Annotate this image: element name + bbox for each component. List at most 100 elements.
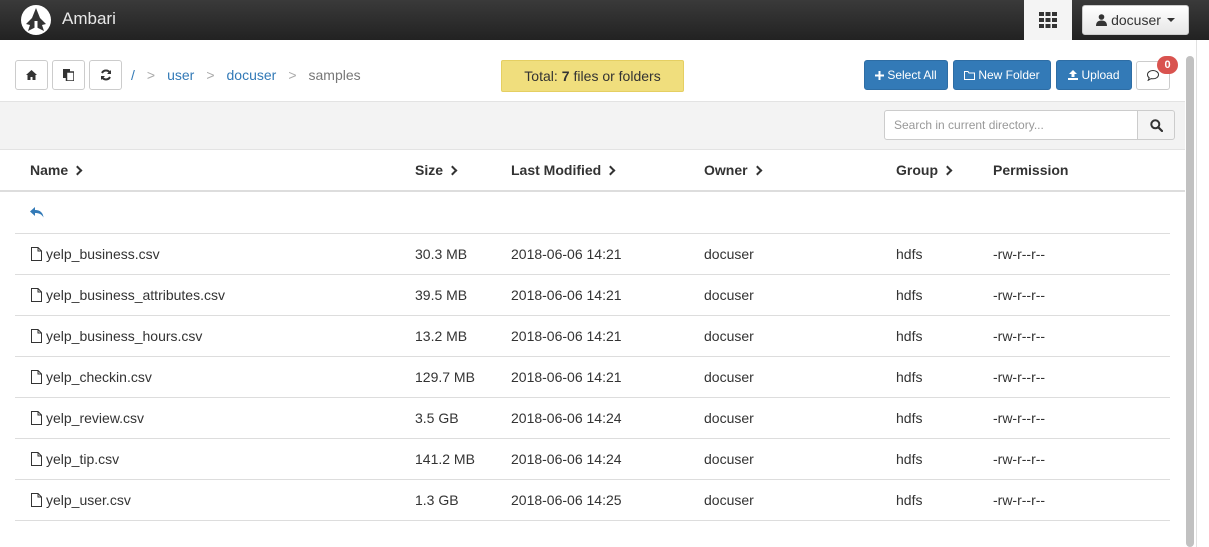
file-icon	[31, 493, 42, 507]
file-permission: -rw-r--r--	[993, 246, 1046, 262]
file-owner: docuser	[704, 246, 754, 262]
file-modified: 2018-06-06 14:21	[511, 369, 622, 385]
file-group: hdfs	[896, 328, 923, 344]
file-name-link[interactable]: yelp_business_attributes.csv	[46, 287, 225, 303]
breadcrumb-item-docuser[interactable]: docuser	[227, 67, 277, 83]
plus-icon	[875, 70, 885, 80]
column-header-last-modified[interactable]: Last Modified	[511, 162, 616, 178]
total-suffix: files or folders	[573, 68, 661, 84]
file-modified: 2018-06-06 14:25	[511, 492, 622, 508]
chevron-right-icon	[605, 165, 616, 175]
file-size: 141.2 MB	[415, 451, 475, 467]
breadcrumb-root[interactable]: /	[131, 67, 135, 83]
file-permission: -rw-r--r--	[993, 328, 1046, 344]
chevron-right-icon	[752, 165, 763, 175]
apps-menu-button[interactable]	[1024, 0, 1072, 40]
breadcrumb-separator: >	[206, 67, 215, 83]
file-permission: -rw-r--r--	[993, 492, 1046, 508]
file-modified: 2018-06-06 14:21	[511, 246, 622, 262]
file-name-link[interactable]: yelp_user.csv	[46, 492, 131, 508]
column-header-name[interactable]: Name	[30, 162, 83, 178]
file-group: hdfs	[896, 492, 923, 508]
table-row[interactable]: yelp_business_hours.csv 13.2 MB 2018-06-06…	[15, 316, 1170, 357]
table-row[interactable]: yelp_user.csv 1.3 GB 2018-06-06 14:25 docus…	[15, 480, 1170, 521]
file-name-link[interactable]: yelp_tip.csv	[46, 451, 119, 467]
file-size: 39.5 MB	[415, 287, 468, 303]
breadcrumb-separator: >	[288, 67, 297, 83]
chevron-right-icon	[447, 165, 458, 175]
select-all-button[interactable]: Select All	[864, 60, 948, 90]
file-permission: -rw-r--r--	[993, 451, 1046, 467]
notification-count-badge: 0	[1157, 56, 1178, 74]
search-button[interactable]	[1137, 110, 1175, 140]
file-group: hdfs	[896, 287, 923, 303]
column-header-label: Size	[415, 162, 444, 178]
table-row[interactable]: yelp_business.csv 30.3 MB 2018-06-06 14:21…	[15, 234, 1170, 275]
file-group: hdfs	[896, 246, 923, 262]
file-modified: 2018-06-06 14:21	[511, 328, 622, 344]
file-owner: docuser	[704, 410, 754, 426]
file-owner: docuser	[704, 492, 754, 508]
table-row[interactable]: yelp_tip.csv 141.2 MB 2018-06-06 14:24 docu…	[15, 439, 1170, 480]
app-title[interactable]: Ambari	[62, 9, 116, 29]
file-group: hdfs	[896, 410, 923, 426]
file-owner: docuser	[704, 287, 754, 303]
column-header-group[interactable]: Group	[896, 162, 953, 178]
breadcrumb-item-user[interactable]: user	[167, 67, 194, 83]
search-input[interactable]	[884, 110, 1138, 140]
file-modified: 2018-06-06 14:24	[511, 410, 622, 426]
table-row[interactable]: yelp_business_attributes.csv 39.5 MB 2018-…	[15, 275, 1170, 316]
page-scrollbar-thumb[interactable]	[1186, 56, 1194, 547]
ambari-logo-icon[interactable]	[20, 4, 52, 36]
table-header: Name Size Last Modified Owner Group Perm…	[0, 150, 1185, 192]
chevron-right-icon	[72, 165, 83, 175]
new-folder-label: New Folder	[978, 68, 1040, 82]
file-name-link[interactable]: yelp_business.csv	[46, 246, 160, 262]
breadcrumb-current: samples	[308, 67, 361, 83]
breadcrumb-separator: >	[146, 67, 156, 83]
file-size: 30.3 MB	[415, 246, 468, 262]
upload-icon	[1068, 70, 1079, 80]
column-header-label: Group	[896, 162, 938, 178]
breadcrumb: / > user > docuser > samples	[131, 67, 361, 83]
grid-icon	[1039, 12, 1057, 28]
chevron-right-icon	[942, 165, 953, 175]
refresh-button[interactable]	[89, 60, 122, 90]
file-size: 3.5 GB	[415, 410, 459, 426]
parent-directory-row[interactable]	[15, 193, 1170, 234]
file-name-link[interactable]: yelp_business_hours.csv	[46, 328, 202, 344]
table-row[interactable]: yelp_checkin.csv 129.7 MB 2018-06-06 14:21…	[15, 357, 1170, 398]
file-modified: 2018-06-06 14:24	[511, 451, 622, 467]
file-icon	[31, 247, 42, 261]
file-owner: docuser	[704, 369, 754, 385]
chevron-down-icon	[1166, 18, 1175, 22]
table-row[interactable]: yelp_review.csv 3.5 GB 2018-06-06 14:24 doc…	[15, 398, 1170, 439]
column-header-owner[interactable]: Owner	[704, 162, 763, 178]
file-permission: -rw-r--r--	[993, 287, 1046, 303]
reply-arrow-icon[interactable]	[30, 207, 44, 218]
file-name-link[interactable]: yelp_checkin.csv	[46, 369, 152, 385]
refresh-icon	[100, 69, 111, 81]
file-name-link[interactable]: yelp_review.csv	[46, 410, 144, 426]
upload-button[interactable]: Upload	[1056, 60, 1132, 90]
folder-icon	[964, 70, 976, 80]
file-icon	[31, 288, 42, 302]
column-header-permission[interactable]: Permission	[993, 162, 1068, 178]
user-menu-button[interactable]: docuser	[1082, 5, 1189, 35]
home-button[interactable]	[15, 60, 48, 90]
file-icon	[31, 370, 42, 384]
home-icon	[26, 70, 37, 80]
upload-label: Upload	[1081, 68, 1120, 82]
total-count: 7	[561, 68, 570, 84]
top-navbar: Ambari docuser	[0, 0, 1209, 40]
column-header-size[interactable]: Size	[415, 162, 458, 178]
comment-icon	[1147, 70, 1159, 81]
file-size: 129.7 MB	[415, 369, 475, 385]
new-folder-button[interactable]: New Folder	[953, 60, 1051, 90]
file-icon	[31, 411, 42, 425]
column-header-label: Permission	[993, 162, 1069, 178]
copy-path-button[interactable]	[52, 60, 85, 90]
user-icon	[1096, 14, 1108, 26]
user-name: docuser	[1111, 12, 1161, 28]
file-permission: -rw-r--r--	[993, 369, 1046, 385]
